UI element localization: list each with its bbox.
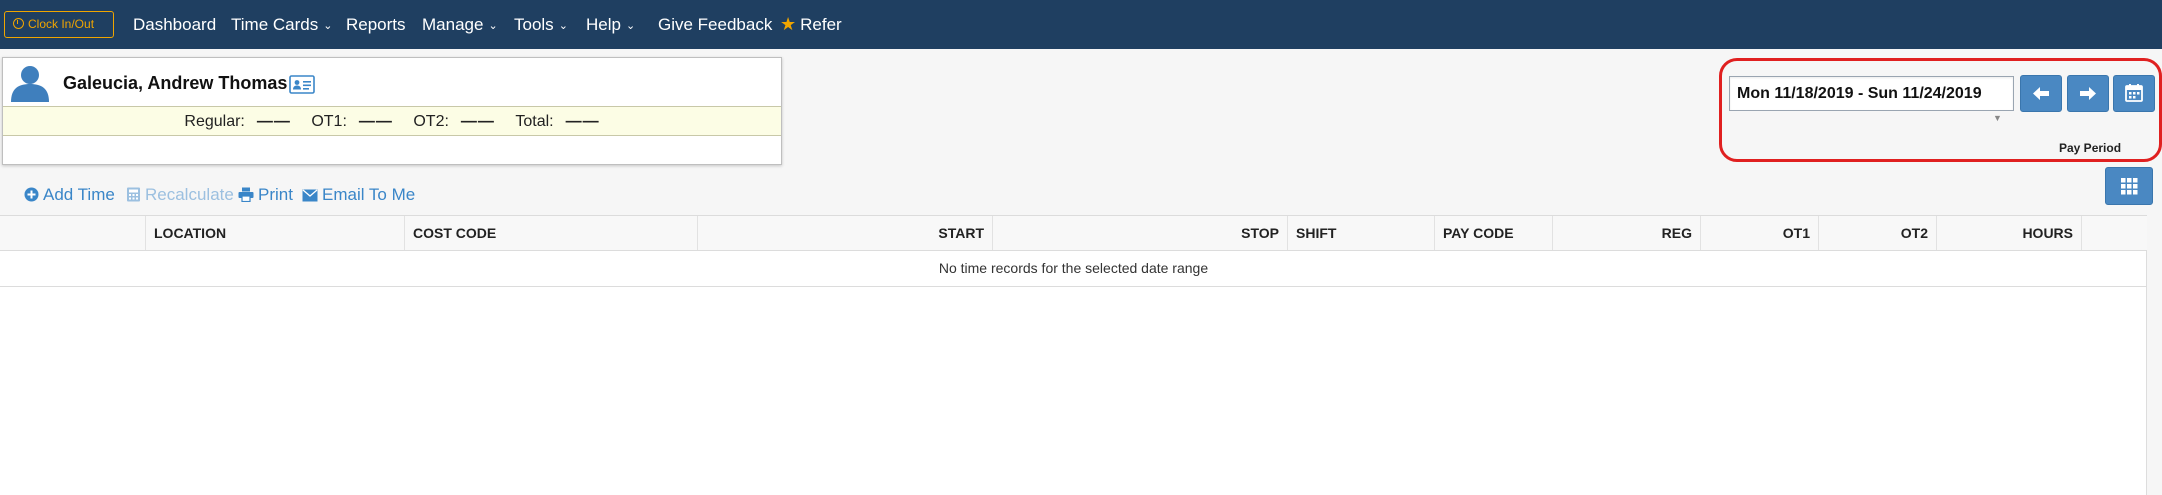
nav-help[interactable]: Help ⌄ xyxy=(586,0,635,49)
nav-manage[interactable]: Manage ⌄ xyxy=(422,0,498,49)
ot2-value: —— xyxy=(460,113,495,130)
employee-card: Galeucia, Andrew Thomas Regular: —— OT1: —… xyxy=(2,57,782,165)
regular-value: —— xyxy=(256,113,291,130)
table-header: LOCATION COST CODE START STOP SHIFT PAY … xyxy=(0,215,2147,251)
clock-icon xyxy=(13,18,24,29)
arrow-left-icon xyxy=(2033,87,2049,100)
column-header-blank xyxy=(0,216,145,250)
column-header-cost-code[interactable]: COST CODE xyxy=(404,216,697,250)
time-records-table: LOCATION COST CODE START STOP SHIFT PAY … xyxy=(0,215,2147,495)
column-header-location[interactable]: LOCATION xyxy=(145,216,404,250)
total-value: —— xyxy=(565,113,600,130)
column-header-shift[interactable]: SHIFT xyxy=(1287,216,1434,250)
column-header-hours[interactable]: HOURS xyxy=(1936,216,2081,250)
pay-period-select[interactable]: Mon 11/18/2019 - Sun 11/24/2019 xyxy=(1729,76,2014,111)
clock-in-out-button[interactable]: Clock In/Out xyxy=(4,11,114,38)
employee-name: Galeucia, Andrew Thomas xyxy=(63,73,288,93)
regular-label: Regular: xyxy=(184,113,245,130)
calculator-icon xyxy=(127,187,140,202)
print-label: Print xyxy=(258,185,293,204)
top-navbar: Clock In/Out Dashboard Time Cards ⌄ Repor… xyxy=(0,0,2162,49)
calendar-button[interactable] xyxy=(2113,75,2155,112)
column-header-ot2[interactable]: OT2 xyxy=(1818,216,1936,250)
column-header-actions xyxy=(2081,216,2147,250)
column-header-stop[interactable]: STOP xyxy=(992,216,1287,250)
chevron-down-icon: ⌄ xyxy=(558,20,568,32)
user-avatar-icon xyxy=(11,66,49,102)
star-icon: ★ xyxy=(780,14,797,34)
ot2-label: OT2: xyxy=(413,113,449,130)
calendar-icon xyxy=(2125,84,2143,102)
chevron-down-icon: ⌄ xyxy=(488,20,498,32)
arrow-right-icon xyxy=(2080,87,2096,100)
previous-period-button[interactable] xyxy=(2020,75,2062,112)
print-icon xyxy=(238,187,254,202)
column-chooser-button[interactable] xyxy=(2105,167,2153,205)
chevron-down-icon: ⌄ xyxy=(625,20,636,32)
ot1-value: —— xyxy=(358,113,393,130)
email-to-me-button[interactable]: Email To Me xyxy=(302,184,415,206)
recalculate-label: Recalculate xyxy=(145,185,234,204)
column-header-ot1[interactable]: OT1 xyxy=(1700,216,1818,250)
nav-dashboard[interactable]: Dashboard xyxy=(133,0,216,49)
pay-period-label: Pay Period xyxy=(2059,141,2122,155)
plus-circle-icon xyxy=(24,187,39,202)
add-time-label: Add Time xyxy=(43,185,115,204)
id-card-icon[interactable] xyxy=(289,75,315,94)
hours-totals-bar: Regular: —— OT1: —— OT2: —— Total: —— xyxy=(3,106,781,136)
nav-reports[interactable]: Reports xyxy=(346,0,406,49)
ot1-label: OT1: xyxy=(311,113,347,130)
print-button[interactable]: Print xyxy=(238,184,293,206)
nav-time-cards[interactable]: Time Cards ⌄ xyxy=(231,0,332,49)
email-to-me-label: Email To Me xyxy=(322,185,416,204)
column-header-reg[interactable]: REG xyxy=(1552,216,1700,250)
add-time-button[interactable]: Add Time xyxy=(24,184,115,206)
total-label: Total: xyxy=(515,113,554,130)
column-header-pay-code[interactable]: PAY CODE xyxy=(1434,216,1552,250)
nav-refer[interactable]: ★ Refer xyxy=(780,0,842,49)
nav-give-feedback[interactable]: Give Feedback xyxy=(658,0,772,49)
dropdown-caret-icon: ▼ xyxy=(1993,113,2002,123)
nav-tools[interactable]: Tools ⌄ xyxy=(514,0,568,49)
envelope-icon xyxy=(302,189,318,202)
grid-icon xyxy=(2121,178,2138,195)
recalculate-button[interactable]: Recalculate xyxy=(126,184,234,206)
next-period-button[interactable] xyxy=(2067,75,2109,112)
column-header-start[interactable]: START xyxy=(697,216,992,250)
clock-in-out-label: Clock In/Out xyxy=(28,17,95,31)
chevron-down-icon: ⌄ xyxy=(323,20,333,32)
empty-table-message: No time records for the selected date ra… xyxy=(0,251,2147,287)
employee-header: Galeucia, Andrew Thomas xyxy=(3,58,781,106)
